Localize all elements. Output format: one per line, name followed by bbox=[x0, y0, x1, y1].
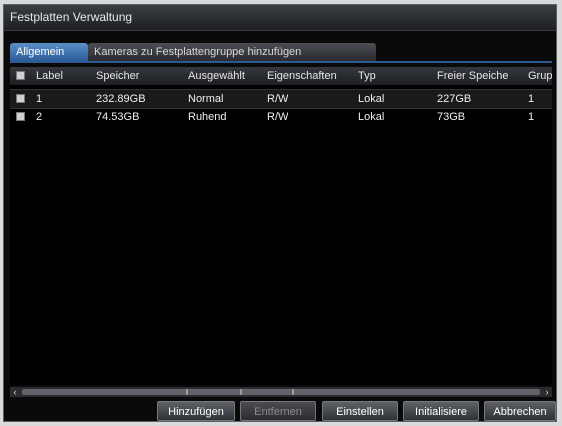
scroll-right-icon[interactable]: › bbox=[542, 387, 552, 397]
header-ausgewaehlt[interactable]: Ausgewählt bbox=[188, 70, 245, 82]
header-speicher[interactable]: Speicher bbox=[96, 70, 139, 82]
tab-divider bbox=[10, 61, 552, 63]
column-marker bbox=[240, 389, 242, 395]
table-row[interactable]: 1 232.89GB Normal R/W Lokal 227GB 1 bbox=[10, 89, 552, 109]
cell-speicher: 74.53GB bbox=[96, 111, 140, 123]
cell-freier-speicher: 73GB bbox=[437, 111, 466, 123]
cell-ausgewaehlt: Normal bbox=[188, 93, 224, 105]
cell-ausgewaehlt: Ruhend bbox=[188, 111, 227, 123]
horizontal-scrollbar[interactable]: ‹ › bbox=[10, 387, 552, 397]
remove-button[interactable]: Entfernen bbox=[240, 401, 316, 421]
cell-gruppe: 1 bbox=[528, 111, 535, 123]
initialize-button[interactable]: Initialisiere bbox=[403, 401, 479, 421]
cell-freier-speicher: 227GB bbox=[437, 93, 472, 105]
settings-button[interactable]: Einstellen bbox=[322, 401, 398, 421]
column-marker bbox=[292, 389, 294, 395]
table-header-row: Label Speicher Ausgewählt Eigenschaften … bbox=[10, 67, 552, 85]
window-title: Festplatten Verwaltung bbox=[10, 10, 133, 24]
header-label[interactable]: Label bbox=[36, 70, 63, 82]
select-all-checkbox[interactable] bbox=[16, 71, 25, 80]
button-bar: Hinzufügen Entfernen Einstellen Initiali… bbox=[4, 401, 556, 423]
add-button[interactable]: Hinzufügen bbox=[157, 401, 235, 421]
cancel-button[interactable]: Abbrechen bbox=[484, 401, 556, 421]
cell-speicher: 232.89GB bbox=[96, 93, 146, 105]
cell-typ: Lokal bbox=[358, 111, 385, 123]
header-eigenschaften[interactable]: Eigenschaften bbox=[267, 70, 337, 82]
cell-label: 1 bbox=[36, 93, 43, 105]
tab-kameras-hinzufuegen[interactable]: Kameras zu Festplattengruppe hinzufügen bbox=[88, 43, 376, 61]
row-checkbox[interactable] bbox=[16, 112, 25, 121]
disk-management-window: Festplatten Verwaltung Allgemein Kameras… bbox=[3, 4, 557, 422]
title-bar: Festplatten Verwaltung bbox=[4, 5, 556, 31]
cell-label: 2 bbox=[36, 111, 43, 123]
scroll-left-icon[interactable]: ‹ bbox=[10, 387, 20, 397]
tab-allgemein[interactable]: Allgemein bbox=[10, 43, 88, 61]
header-gruppe[interactable]: Grup bbox=[528, 70, 552, 82]
disk-table: Label Speicher Ausgewählt Eigenschaften … bbox=[10, 67, 552, 385]
scroll-thumb[interactable] bbox=[22, 389, 540, 395]
row-checkbox[interactable] bbox=[16, 94, 25, 103]
cell-typ: Lokal bbox=[358, 93, 385, 105]
cell-eigenschaften: R/W bbox=[267, 111, 289, 123]
cell-gruppe: 1 bbox=[528, 93, 535, 105]
header-typ[interactable]: Typ bbox=[358, 70, 376, 82]
column-marker bbox=[186, 389, 188, 395]
header-freier-speicher[interactable]: Freier Speiche bbox=[437, 70, 525, 82]
cell-eigenschaften: R/W bbox=[267, 93, 289, 105]
table-row[interactable]: 2 74.53GB Ruhend R/W Lokal 73GB 1 bbox=[10, 108, 552, 126]
